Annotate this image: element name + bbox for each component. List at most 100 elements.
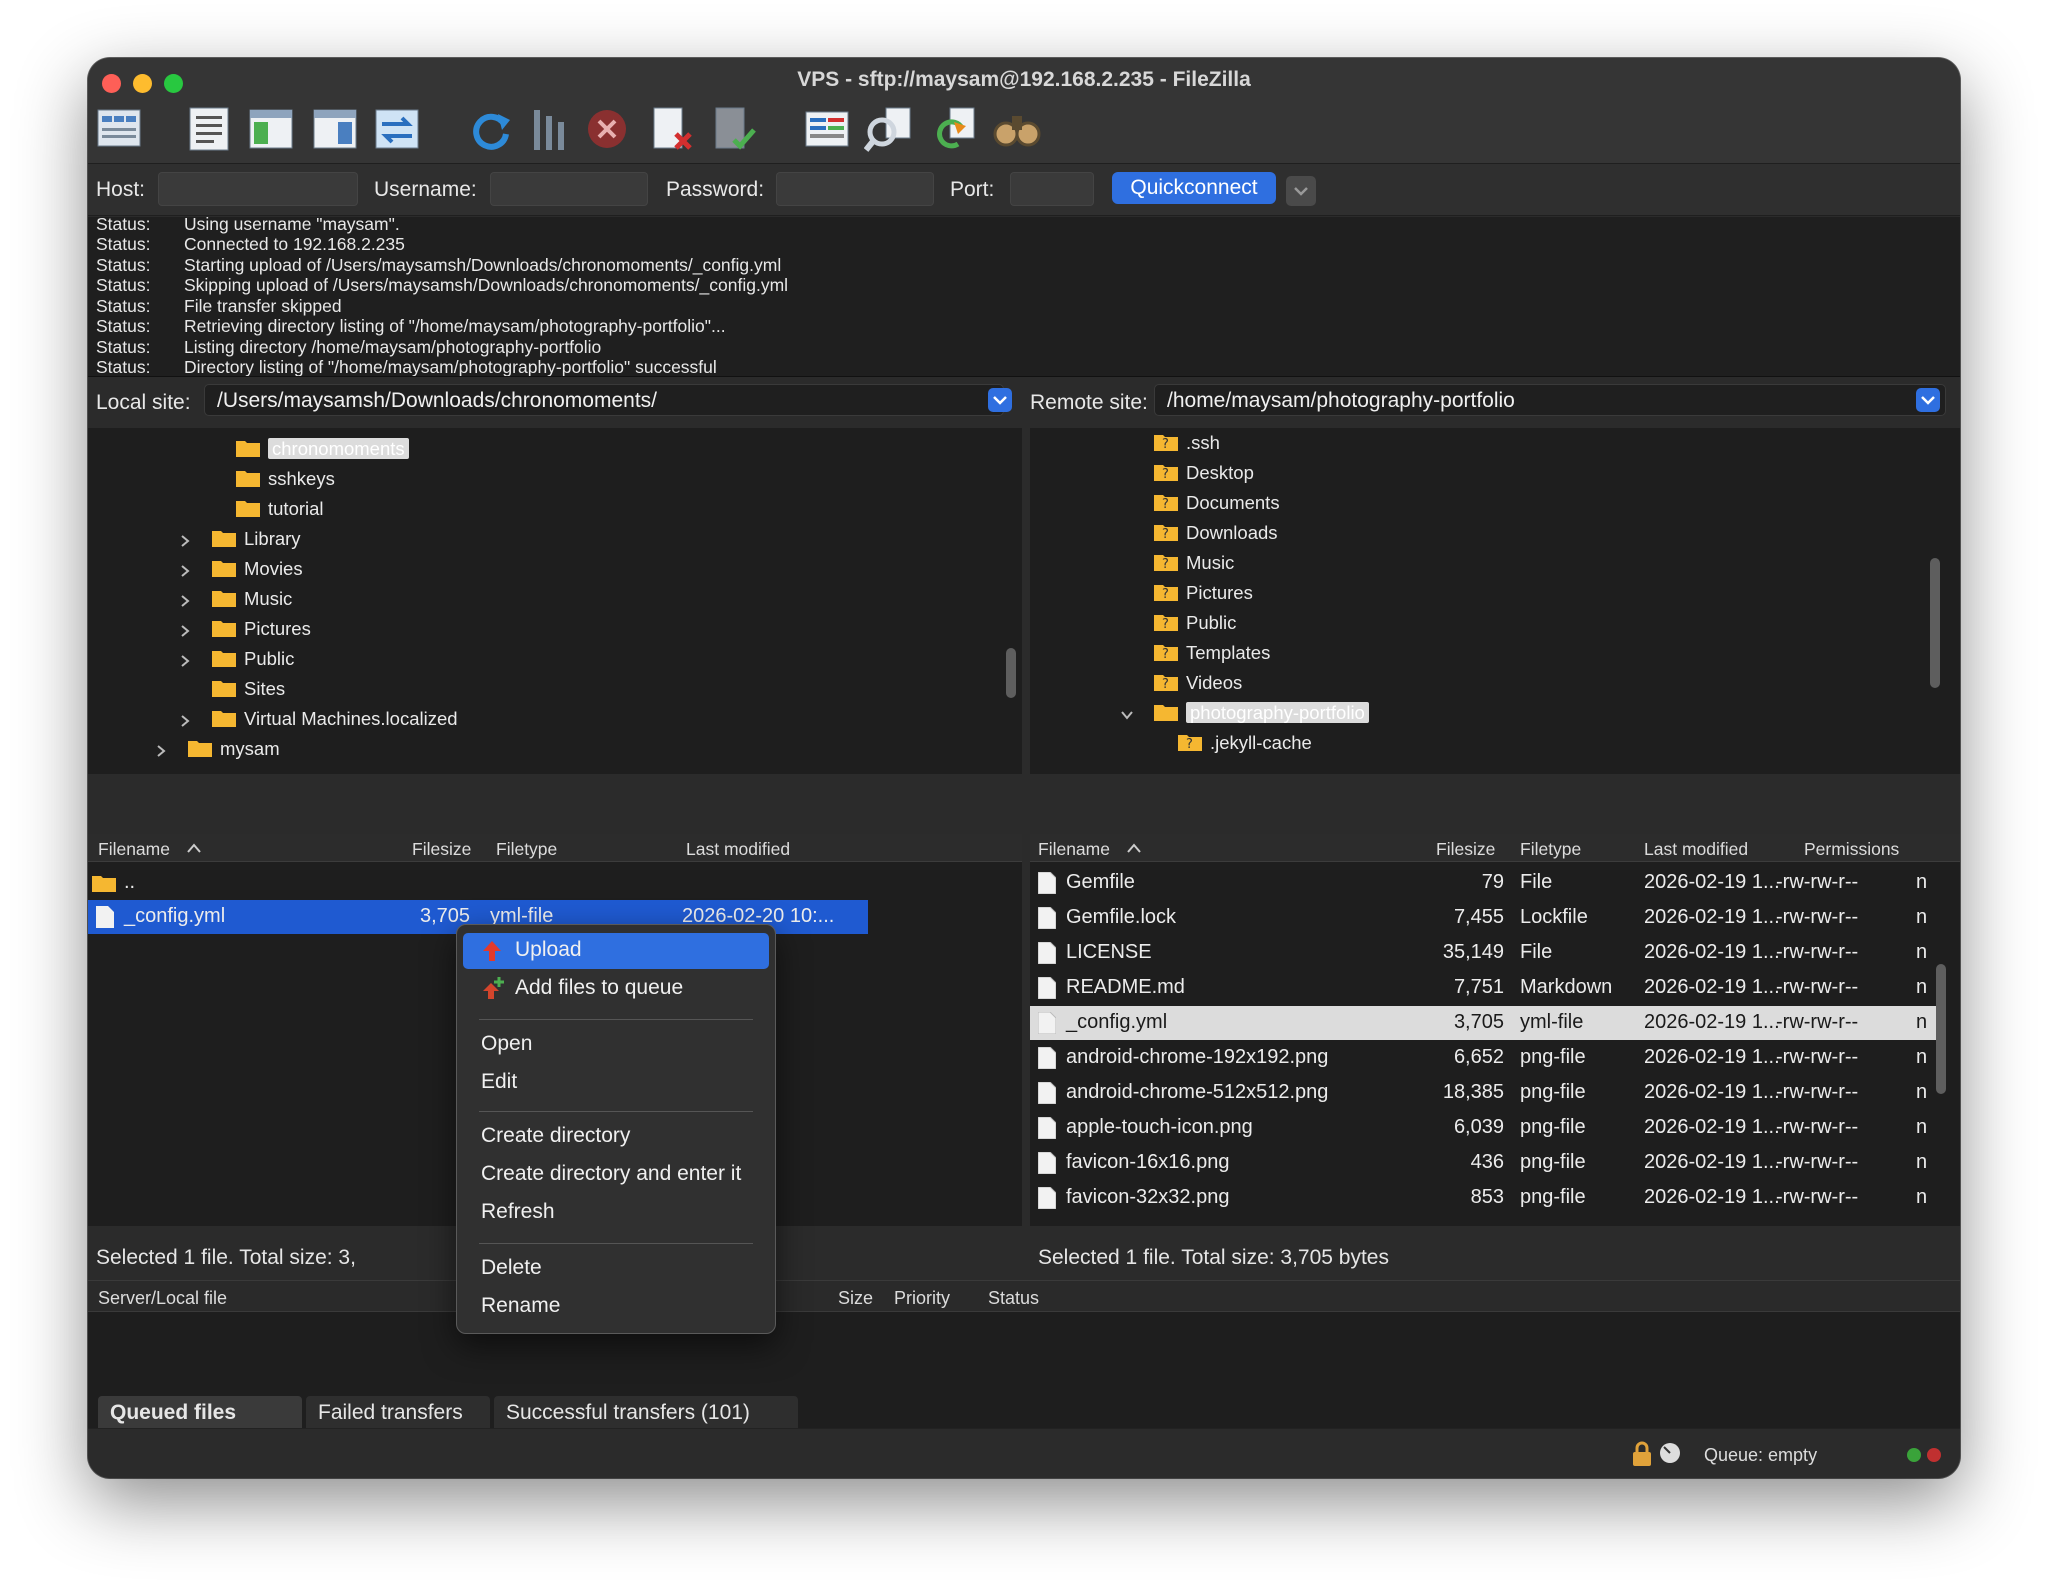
username-input[interactable] — [490, 172, 648, 206]
speed-limit-icon[interactable] — [1658, 1441, 1682, 1465]
search-icon[interactable] — [992, 104, 1042, 154]
menu-item-create-directory-and-enter[interactable]: Create directory and enter it — [463, 1157, 769, 1193]
tree-node-public[interactable]: ? Public — [1154, 612, 1236, 638]
site-manager-icon[interactable] — [94, 104, 144, 154]
tree-node-downloads[interactable]: ? Downloads — [1154, 522, 1278, 548]
tree-node-virtual-machines[interactable]: Virtual Machines.localized — [212, 708, 458, 734]
tree-node-music[interactable]: ? Music — [1154, 552, 1234, 578]
table-row[interactable]: _config.yml 3,705 yml-file 2026-02-19 1... -… — [1030, 1006, 1936, 1040]
table-row[interactable]: android-chrome-192x192.png 6,652 png-file 2… — [1030, 1041, 1936, 1075]
local-tree-icon[interactable] — [246, 104, 296, 154]
host-label: Host: — [96, 178, 146, 201]
tree-node-sites[interactable]: Sites — [212, 678, 285, 704]
refresh-icon[interactable] — [466, 104, 516, 154]
table-row[interactable]: favicon-16x16.png 436 png-file 2026-02-19 1… — [1030, 1146, 1936, 1180]
chevron-right-icon[interactable] — [178, 654, 192, 668]
column-filetype[interactable]: Filetype — [1520, 839, 1581, 860]
local-tree-scrollbar[interactable] — [1006, 648, 1016, 698]
column-permissions[interactable]: Permissions — [1804, 839, 1899, 860]
tree-node-tutorial[interactable]: tutorial — [236, 498, 324, 524]
tree-node-pictures[interactable]: Pictures — [212, 618, 311, 644]
column-filename[interactable]: Filename — [1038, 839, 1110, 860]
tab-successful-transfers[interactable]: Successful transfers (101) — [494, 1396, 798, 1430]
menu-item-add-files-to-queue[interactable]: Add files to queue — [463, 971, 769, 1007]
tab-failed-transfers[interactable]: Failed transfers — [306, 1396, 490, 1430]
table-row[interactable]: Gemfile 79 File 2026-02-19 1... -rw-rw-r-- n — [1030, 866, 1936, 900]
menu-item-upload[interactable]: Upload — [463, 933, 769, 969]
local-path-dropdown[interactable] — [988, 388, 1012, 412]
chevron-right-icon[interactable] — [178, 714, 192, 728]
tree-node-public[interactable]: Public — [212, 648, 294, 674]
remote-tree-scrollbar[interactable] — [1930, 558, 1940, 688]
sync-browsing-icon[interactable] — [928, 104, 978, 154]
chevron-right-icon[interactable] — [154, 744, 168, 758]
column-last-modified[interactable]: Last modified — [686, 839, 790, 860]
column-filesize[interactable]: Filesize — [1436, 839, 1495, 860]
svg-text:?: ? — [1162, 557, 1169, 571]
menu-item-create-directory[interactable]: Create directory — [463, 1119, 769, 1155]
host-input[interactable] — [158, 172, 358, 206]
local-path-input[interactable]: /Users/maysamsh/Downloads/chronomoments/ — [204, 384, 1004, 416]
table-row[interactable]: favicon-32x32.png 853 png-file 2026-02-19 1… — [1030, 1181, 1936, 1215]
disconnect-icon[interactable] — [646, 104, 696, 154]
column-status[interactable]: Status — [988, 1288, 1039, 1309]
file-icon — [96, 906, 114, 928]
quickconnect-history-dropdown[interactable] — [1286, 176, 1316, 206]
tree-node-ssh[interactable]: ? .ssh — [1154, 432, 1220, 458]
directory-comparison-icon[interactable] — [802, 104, 852, 154]
process-queue-icon[interactable] — [524, 104, 574, 154]
folder-icon — [188, 739, 212, 757]
tree-node-jekyll-cache[interactable]: ? .jekyll-cache — [1178, 732, 1312, 758]
menu-item-delete[interactable]: Delete — [463, 1251, 769, 1287]
filter-icon[interactable] — [863, 104, 914, 154]
tab-queued-files[interactable]: Queued files — [98, 1396, 302, 1430]
tree-node-desktop[interactable]: ? Desktop — [1154, 462, 1254, 488]
column-filetype[interactable]: Filetype — [496, 839, 557, 860]
chevron-right-icon[interactable] — [178, 564, 192, 578]
table-row[interactable]: LICENSE 35,149 File 2026-02-19 1... -rw-rw-r… — [1030, 936, 1936, 970]
menu-item-edit[interactable]: Edit — [463, 1065, 769, 1101]
tree-node-library[interactable]: Library — [212, 528, 301, 554]
tree-node-movies[interactable]: Movies — [212, 558, 303, 584]
tree-node-photography-portfolio[interactable]: photography-portfolio — [1154, 702, 1369, 728]
parent-directory-row[interactable]: .. — [88, 866, 1022, 900]
remote-path-dropdown[interactable] — [1916, 388, 1940, 412]
tree-node-pictures[interactable]: ? Pictures — [1154, 582, 1253, 608]
chevron-right-icon[interactable] — [178, 624, 192, 638]
folder-unknown-icon: ? — [1154, 613, 1178, 632]
column-filesize[interactable]: Filesize — [412, 839, 471, 860]
tree-node-documents[interactable]: ? Documents — [1154, 492, 1280, 518]
tree-node-templates[interactable]: ? Templates — [1154, 642, 1270, 668]
column-size[interactable]: Size — [838, 1288, 873, 1309]
tree-node-sshkeys[interactable]: sshkeys — [236, 468, 335, 494]
password-input[interactable] — [776, 172, 934, 206]
table-row[interactable]: Gemfile.lock 7,455 Lockfile 2026-02-19 1...… — [1030, 901, 1936, 935]
chevron-right-icon[interactable] — [178, 594, 192, 608]
remote-path-input[interactable]: /home/maysam/photography-portfolio — [1154, 384, 1946, 416]
remote-list-scrollbar[interactable] — [1936, 964, 1946, 1094]
chevron-down-icon[interactable] — [1120, 708, 1134, 722]
menu-item-refresh[interactable]: Refresh — [463, 1195, 769, 1231]
table-row[interactable]: android-chrome-512x512.png 18,385 png-file… — [1030, 1076, 1936, 1110]
activity-led-red-icon — [1927, 1448, 1941, 1462]
tree-node-music[interactable]: Music — [212, 588, 292, 614]
tree-node-videos[interactable]: ? Videos — [1154, 672, 1242, 698]
message-log-icon[interactable] — [184, 104, 234, 154]
menu-item-open[interactable]: Open — [463, 1027, 769, 1063]
quickconnect-button[interactable]: Quickconnect — [1112, 172, 1276, 204]
tree-node-mysam[interactable]: mysam — [188, 738, 280, 764]
column-filename[interactable]: Filename — [98, 839, 170, 860]
table-row[interactable]: README.md 7,751 Markdown 2026-02-19 1... -rw… — [1030, 971, 1936, 1005]
reconnect-icon[interactable] — [708, 104, 758, 154]
port-input[interactable] — [1010, 172, 1094, 206]
cancel-icon[interactable] — [582, 104, 632, 154]
remote-tree-icon[interactable] — [310, 104, 360, 154]
menu-item-rename[interactable]: Rename — [463, 1289, 769, 1325]
column-priority[interactable]: Priority — [894, 1288, 950, 1309]
transfer-queue-icon[interactable] — [372, 104, 422, 154]
column-last-modified[interactable]: Last modified — [1644, 839, 1748, 860]
chevron-right-icon[interactable] — [178, 534, 192, 548]
column-server-local-file[interactable]: Server/Local file — [98, 1288, 227, 1309]
table-row[interactable]: apple-touch-icon.png 6,039 png-file 2026-02… — [1030, 1111, 1936, 1145]
tree-node-chronomoments[interactable]: chronomoments — [236, 438, 409, 464]
